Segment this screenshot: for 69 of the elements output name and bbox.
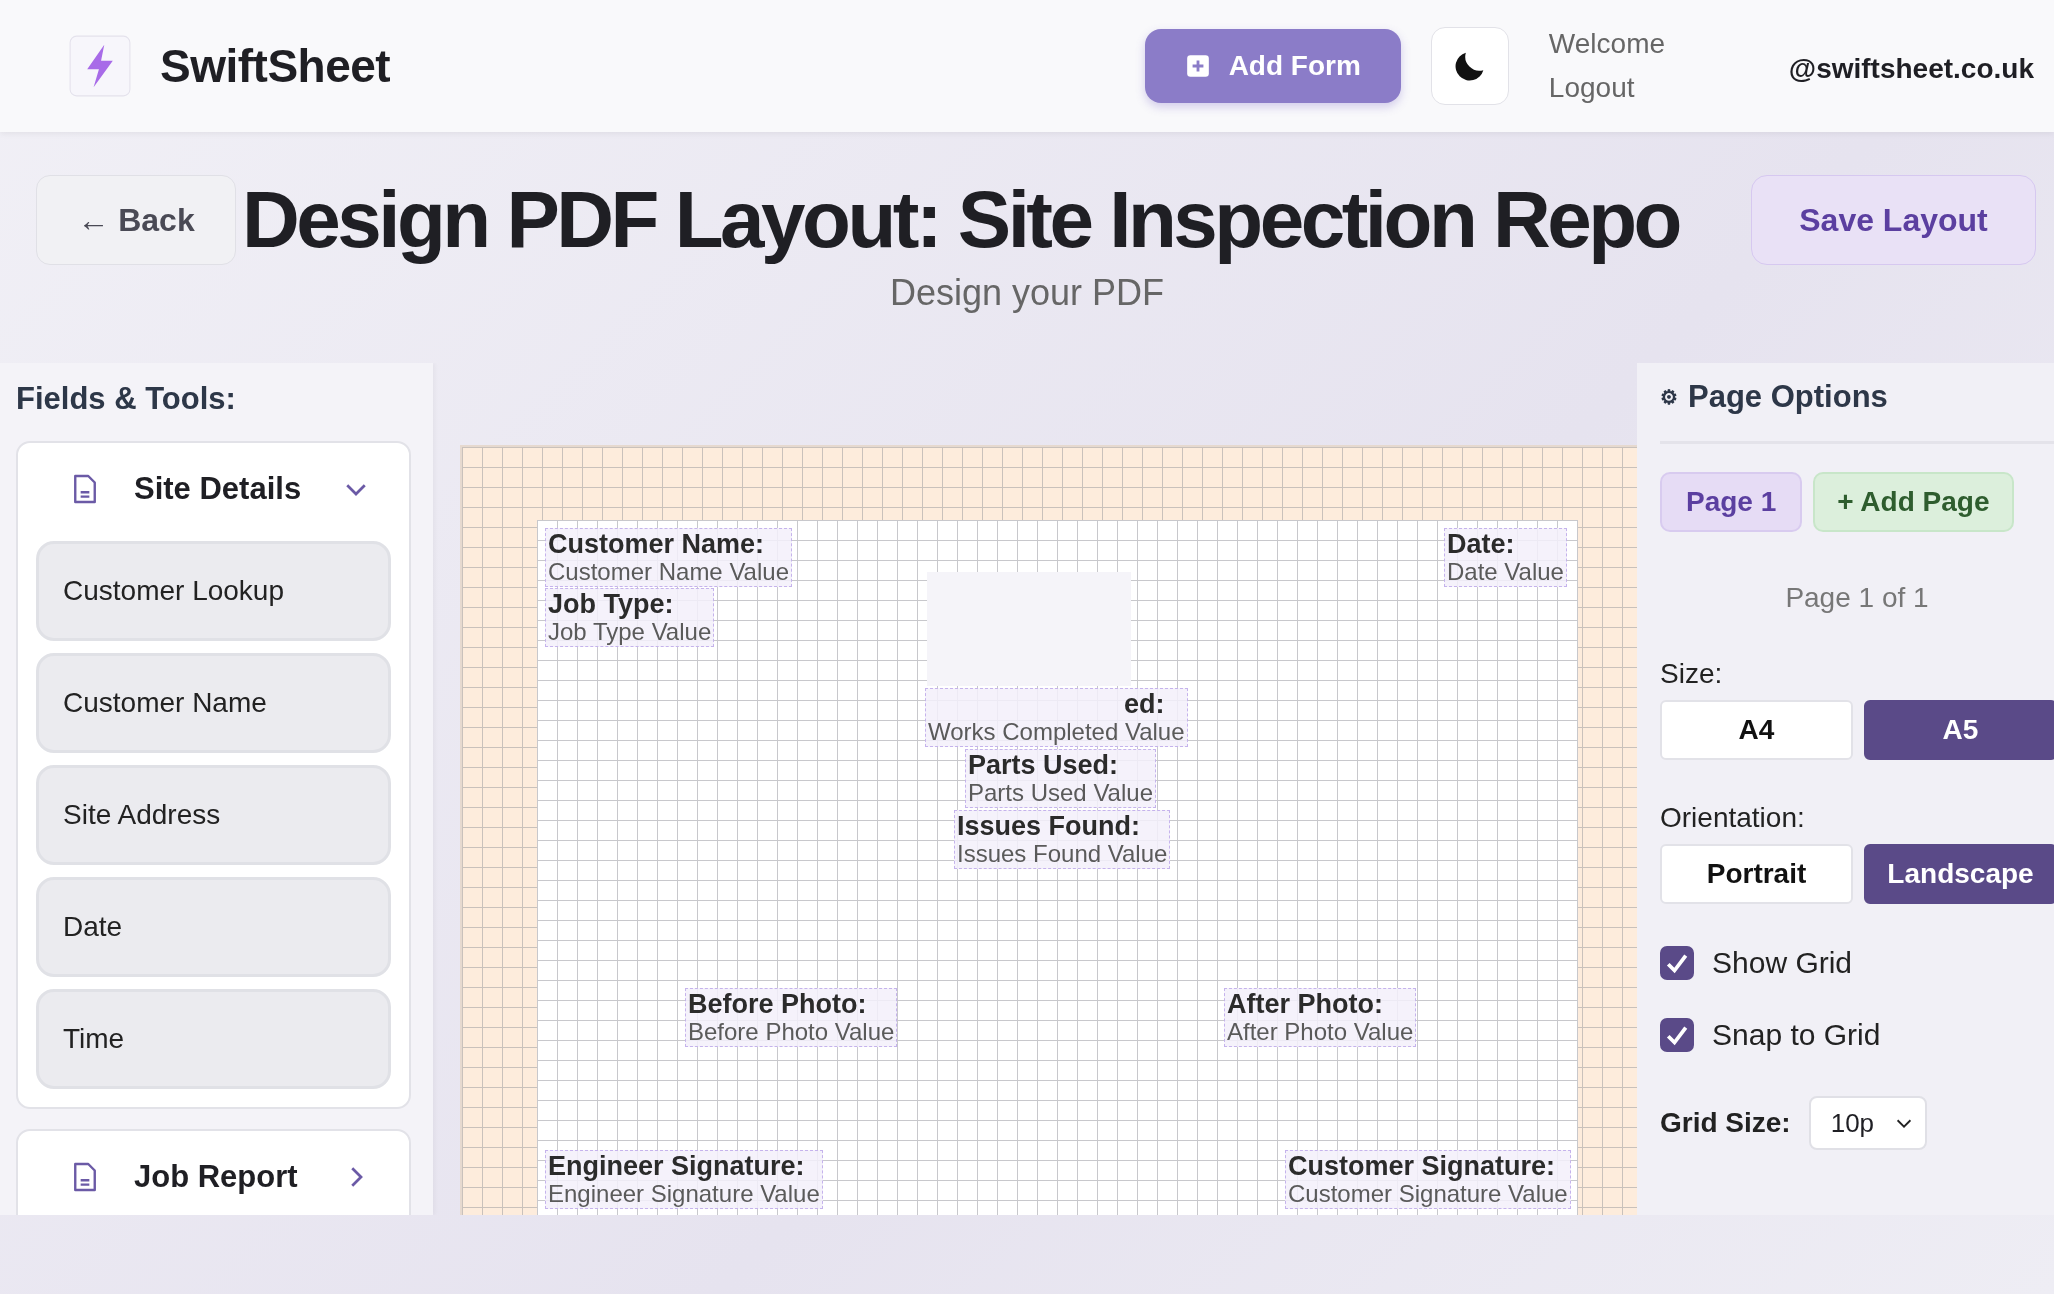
orientation-option[interactable]: Portrait bbox=[1660, 844, 1853, 904]
document-icon bbox=[72, 1160, 98, 1194]
canvas-field[interactable]: Engineer Signature: Engineer Signature Value bbox=[545, 1150, 823, 1210]
field-item[interactable]: Site Address bbox=[36, 765, 391, 865]
field-label: Parts Used: bbox=[968, 750, 1120, 781]
canvas-field[interactable]: ed: Works Completed Value bbox=[925, 688, 1188, 748]
field-label: Customer Signature: bbox=[1288, 1151, 1557, 1182]
field-label: Before Photo: bbox=[688, 989, 868, 1020]
checkbox-label: Show Grid bbox=[1712, 946, 1853, 980]
field-value: Job Type Value bbox=[548, 619, 712, 647]
field-value: Before Photo Value bbox=[688, 1019, 895, 1047]
field-item[interactable]: Date bbox=[36, 877, 391, 977]
page-count: Page 1 of 1 bbox=[1784, 582, 1930, 614]
field-value: Issues Found Value bbox=[957, 841, 1168, 869]
field-value: After Photo Value bbox=[1227, 1019, 1414, 1047]
page-tab[interactable]: Page 1 bbox=[1660, 472, 1803, 532]
plus-icon bbox=[1184, 53, 1211, 79]
save-layout-button[interactable]: Save Layout bbox=[1751, 175, 2036, 265]
canvas-field[interactable]: Customer Name: Customer Name Value bbox=[545, 528, 792, 588]
field-label: Date: bbox=[1447, 529, 1516, 560]
field-label: Customer Name: bbox=[548, 529, 766, 560]
field-label: Engineer Signature: bbox=[548, 1151, 806, 1182]
section-header[interactable]: Site Details bbox=[36, 443, 391, 535]
field-item[interactable]: Time bbox=[36, 989, 391, 1089]
size-label: Size: bbox=[1660, 658, 1724, 690]
field-value: Parts Used Value bbox=[968, 780, 1153, 808]
field-label: After Photo: bbox=[1227, 989, 1384, 1020]
field-value: Date Value bbox=[1447, 559, 1564, 587]
panel-heading: Fields & Tools: bbox=[16, 381, 237, 417]
page-subtitle: Design your PDF bbox=[888, 272, 1166, 314]
section-header[interactable]: Job Report bbox=[36, 1131, 391, 1215]
field-value: Engineer Signature Value bbox=[548, 1181, 820, 1209]
orientation-option[interactable]: Landscape bbox=[1864, 844, 2054, 904]
checkbox[interactable] bbox=[1660, 1018, 1694, 1052]
canvas-field[interactable]: Issues Found: Issues Found Value bbox=[954, 810, 1171, 870]
welcome-text: Welcome bbox=[1548, 28, 1667, 60]
page-title: Design PDF Layout: Site Inspection Repo bbox=[242, 174, 1681, 266]
canvas-field[interactable]: Date: Date Value bbox=[1444, 528, 1567, 588]
size-option[interactable]: A4 bbox=[1660, 700, 1853, 760]
field-label: Job Type: bbox=[548, 589, 675, 620]
checkbox[interactable] bbox=[1660, 946, 1694, 980]
user-email: @swiftsheet.co.uk bbox=[1788, 53, 2034, 85]
add-form-button[interactable]: Add Form bbox=[1144, 29, 1401, 103]
add-page-button[interactable]: + Add Page bbox=[1813, 472, 2014, 532]
logo-icon bbox=[68, 34, 132, 98]
orientation-label: Orientation: bbox=[1660, 802, 1806, 834]
panel-heading: Page Options bbox=[1688, 379, 1888, 415]
canvas-field[interactable]: Before Photo: Before Photo Value bbox=[685, 988, 898, 1048]
checkbox-label: Snap to Grid bbox=[1712, 1018, 1881, 1052]
grid-size-select[interactable]: 10p bbox=[1808, 1096, 1927, 1150]
app-name: SwiftSheet bbox=[160, 39, 391, 93]
canvas-field[interactable]: Parts Used: Parts Used Value bbox=[965, 749, 1156, 809]
size-option[interactable]: A5 bbox=[1864, 700, 2054, 760]
document-icon bbox=[72, 472, 98, 506]
field-item[interactable]: Customer Lookup bbox=[36, 541, 391, 641]
field-value: Customer Signature Value bbox=[1288, 1181, 1568, 1209]
field-value: Customer Name Value bbox=[548, 559, 789, 587]
canvas-field[interactable]: Job Type: Job Type Value bbox=[545, 588, 715, 648]
logout-link[interactable]: Logout bbox=[1548, 72, 1699, 104]
canvas-field[interactable]: Customer Signature: Customer Signature Value bbox=[1285, 1150, 1571, 1210]
grid-size-label: Grid Size: bbox=[1660, 1107, 1791, 1139]
canvas-field[interactable]: After Photo: After Photo Value bbox=[1224, 988, 1417, 1048]
back-button[interactable]: ← Back bbox=[36, 175, 236, 265]
field-label: Issues Found: bbox=[957, 811, 1141, 842]
field-label: ed: bbox=[1123, 689, 1166, 720]
field-value: Works Completed Value bbox=[928, 719, 1185, 747]
gear-icon: ⚙ bbox=[1660, 385, 1678, 409]
field-item[interactable]: Customer Name bbox=[36, 653, 391, 753]
theme-toggle-button[interactable] bbox=[1430, 27, 1509, 105]
